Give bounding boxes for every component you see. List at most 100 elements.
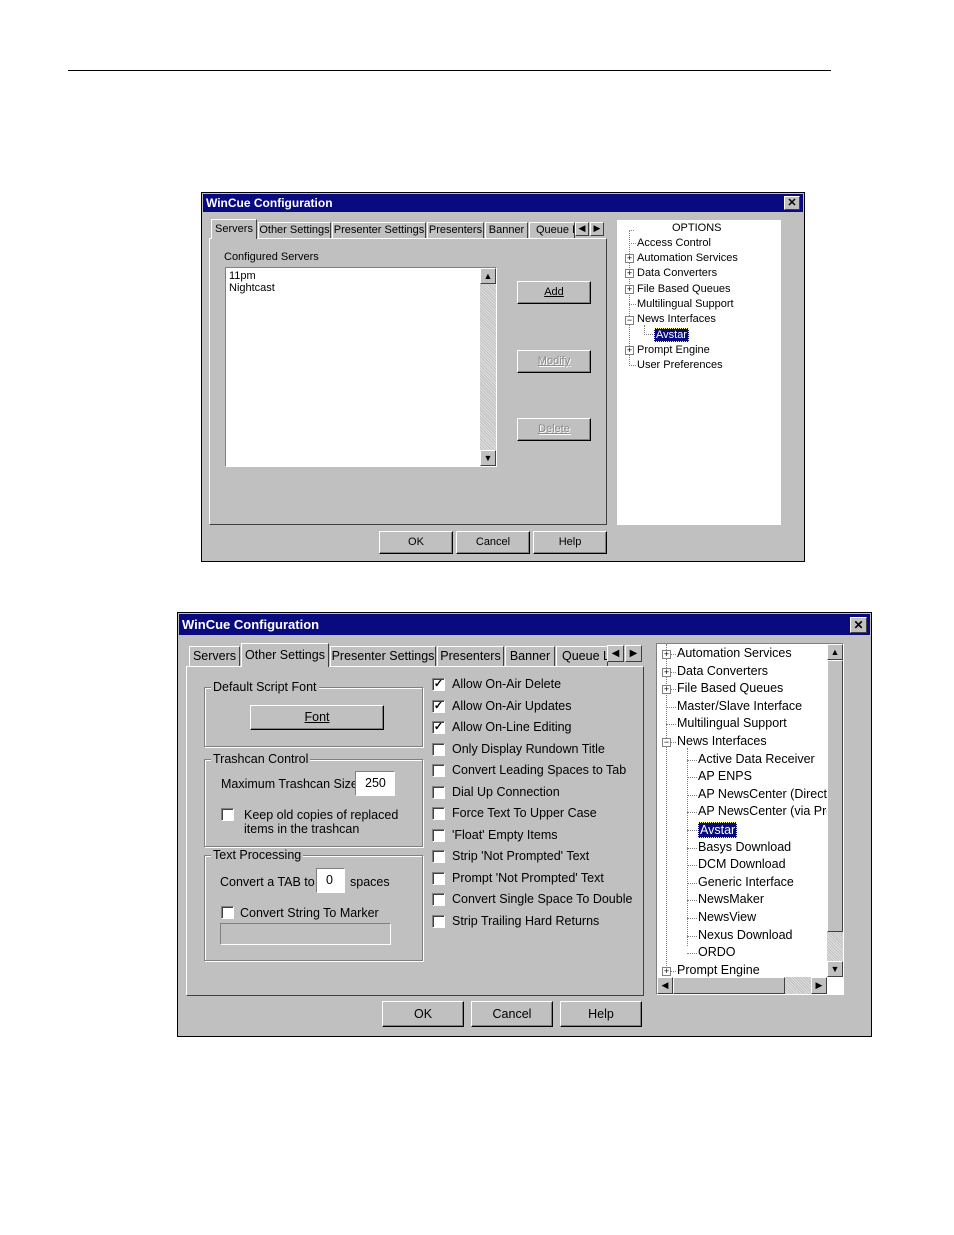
collapse-minus-icon[interactable]: − bbox=[662, 738, 671, 747]
tree-item-3[interactable]: Master/Slave Interface bbox=[677, 699, 802, 713]
tab-spaces-input[interactable]: 0 bbox=[316, 868, 345, 893]
option-checkbox-6[interactable] bbox=[432, 807, 445, 820]
scroll-left-icon[interactable]: ◀ bbox=[657, 977, 673, 994]
tab-banner[interactable]: Banner bbox=[485, 222, 528, 239]
expand-plus-icon[interactable]: + bbox=[662, 650, 671, 659]
tab-label: Banner bbox=[488, 224, 525, 236]
tree-item-2[interactable]: File Based Queues bbox=[677, 681, 783, 695]
tree-item-access-control[interactable]: Access Control bbox=[637, 237, 711, 249]
tab-label: Queue L bbox=[536, 224, 575, 236]
tab-presenters[interactable]: Presenters bbox=[427, 222, 484, 239]
option-checkbox-2[interactable]: ✓ bbox=[432, 721, 445, 734]
expand-plus-icon[interactable]: + bbox=[662, 966, 671, 976]
tree-child-11[interactable]: ORDO bbox=[698, 945, 736, 959]
tree-item-multilingual-support[interactable]: Multilingual Support bbox=[637, 298, 734, 310]
page-rule bbox=[68, 70, 831, 71]
add-button[interactable]: Add bbox=[517, 281, 591, 304]
tree-child-9[interactable]: NewsView bbox=[698, 910, 756, 924]
help-button[interactable]: Help bbox=[533, 531, 607, 554]
list-item[interactable]: 11pm bbox=[229, 270, 256, 282]
option-checkbox-8[interactable] bbox=[432, 850, 445, 863]
tab-presenters[interactable]: Presenters bbox=[437, 646, 504, 666]
tree-item-1[interactable]: Data Converters bbox=[677, 664, 768, 678]
tree-item-news-interfaces[interactable]: News Interfaces bbox=[637, 313, 716, 325]
delete-button[interactable]: Delete bbox=[517, 418, 591, 441]
horizontal-scroll-thumb[interactable] bbox=[673, 977, 785, 994]
expand-plus-icon[interactable]: + bbox=[625, 285, 634, 294]
cancel-button[interactable]: Cancel bbox=[471, 1001, 553, 1027]
expand-plus-icon[interactable]: + bbox=[662, 667, 671, 677]
option-checkbox-3[interactable] bbox=[432, 742, 445, 756]
tree-child-3[interactable]: AP NewsCenter (via Pro bbox=[698, 804, 833, 818]
tree-child-2[interactable]: AP NewsCenter (Direct) bbox=[698, 787, 831, 801]
scroll-right-icon[interactable]: ▶ bbox=[811, 977, 827, 994]
tree-child-0[interactable]: Active Data Receiver bbox=[698, 752, 815, 766]
modify-button[interactable]: Modify bbox=[517, 350, 591, 373]
tree-child-1[interactable]: AP ENPS bbox=[698, 769, 752, 783]
option-checkbox-7[interactable] bbox=[432, 828, 445, 842]
list-item[interactable]: Nightcast bbox=[229, 282, 275, 294]
tab-queue[interactable]: Queue L bbox=[529, 222, 575, 239]
expand-plus-icon[interactable]: + bbox=[625, 254, 634, 263]
tree-child-10[interactable]: Nexus Download bbox=[698, 928, 793, 942]
tree-child-4[interactable]: Avstar bbox=[698, 822, 738, 838]
option-checkbox-0[interactable]: ✓ bbox=[432, 678, 445, 691]
tab-scroll-left-icon[interactable]: ◀ bbox=[607, 645, 624, 662]
tree-child-5[interactable]: Basys Download bbox=[698, 840, 791, 854]
tab-other-settings[interactable]: Other Settings bbox=[241, 643, 329, 667]
keep-old-copies-checkbox[interactable] bbox=[221, 808, 234, 821]
tree-item-automation-services[interactable]: Automation Services bbox=[637, 252, 738, 264]
tree-child-6[interactable]: DCM Download bbox=[698, 857, 786, 871]
tab-presenter-settings[interactable]: Presenter Settings bbox=[330, 646, 436, 666]
maximum-trashcan-size-input[interactable]: 250 bbox=[355, 771, 395, 796]
tab-other-settings[interactable]: Other Settings bbox=[258, 222, 331, 239]
tab-banner[interactable]: Banner bbox=[505, 646, 555, 666]
tab-scroll-left-icon[interactable]: ◀ bbox=[575, 222, 589, 236]
option-checkbox-11[interactable] bbox=[432, 914, 445, 928]
tab-servers[interactable]: Servers bbox=[211, 219, 257, 239]
collapse-minus-icon[interactable]: − bbox=[625, 316, 634, 325]
option-checkbox-9[interactable] bbox=[432, 871, 445, 885]
expand-plus-icon[interactable]: + bbox=[625, 269, 634, 278]
ok-button[interactable]: OK bbox=[379, 531, 453, 554]
tree-item-file-based-queues[interactable]: File Based Queues bbox=[637, 283, 731, 295]
vertical-scroll-thumb[interactable] bbox=[827, 660, 843, 932]
option-checkbox-10[interactable] bbox=[432, 893, 445, 906]
option-checkbox-1[interactable]: ✓ bbox=[432, 699, 445, 713]
tree-child-7[interactable]: Generic Interface bbox=[698, 875, 794, 889]
tab-scroll-right-icon[interactable]: ▶ bbox=[590, 222, 604, 236]
tree-item-4[interactable]: Multilingual Support bbox=[677, 716, 787, 730]
options-tree[interactable]: OPTIONS Access Control + Automation Serv… bbox=[617, 220, 781, 525]
expand-plus-icon[interactable]: + bbox=[662, 685, 671, 695]
tree-item-5[interactable]: News Interfaces bbox=[677, 734, 767, 748]
tree-child-8[interactable]: NewsMaker bbox=[698, 892, 764, 906]
tree-item-user-preferences[interactable]: User Preferences bbox=[637, 359, 723, 371]
scroll-down-icon[interactable]: ▼ bbox=[827, 961, 843, 977]
tree-item-data-converters[interactable]: Data Converters bbox=[637, 267, 717, 279]
tab-scroll-right-icon[interactable]: ▶ bbox=[625, 645, 642, 662]
scroll-up-icon[interactable]: ▲ bbox=[827, 644, 843, 660]
close-icon[interactable]: ✕ bbox=[850, 617, 867, 633]
tab-presenter-settings[interactable]: Presenter Settings bbox=[332, 222, 426, 239]
tree-item-0[interactable]: Automation Services bbox=[677, 646, 792, 660]
scrollbar-track[interactable] bbox=[480, 268, 496, 466]
marker-string-input[interactable] bbox=[220, 923, 391, 945]
scroll-up-icon[interactable]: ▲ bbox=[480, 268, 496, 284]
tab-queue[interactable]: Queue L bbox=[556, 646, 608, 666]
tree-item-prompt-engine[interactable]: Prompt Engine bbox=[637, 344, 710, 356]
convert-string-to-marker-checkbox[interactable] bbox=[221, 906, 234, 919]
expand-plus-icon[interactable]: + bbox=[625, 346, 634, 355]
tree-item-avstar[interactable]: Avstar bbox=[654, 328, 689, 342]
scroll-down-icon[interactable]: ▼ bbox=[480, 450, 496, 466]
help-button[interactable]: Help bbox=[560, 1001, 642, 1027]
option-checkbox-5[interactable] bbox=[432, 785, 445, 799]
tab-servers[interactable]: Servers bbox=[189, 646, 240, 666]
tree-item-prompt-engine[interactable]: Prompt Engine bbox=[677, 963, 760, 977]
cancel-button[interactable]: Cancel bbox=[456, 531, 530, 554]
close-icon[interactable]: ✕ bbox=[784, 196, 800, 210]
ok-button[interactable]: OK bbox=[382, 1001, 464, 1027]
options-tree[interactable]: + Automation Services + Data Converters + Fil… bbox=[656, 643, 844, 995]
font-button[interactable]: Font bbox=[250, 705, 384, 730]
option-checkbox-4[interactable] bbox=[432, 764, 445, 777]
servers-listbox[interactable]: 11pm Nightcast ▲ ▼ bbox=[225, 267, 497, 467]
